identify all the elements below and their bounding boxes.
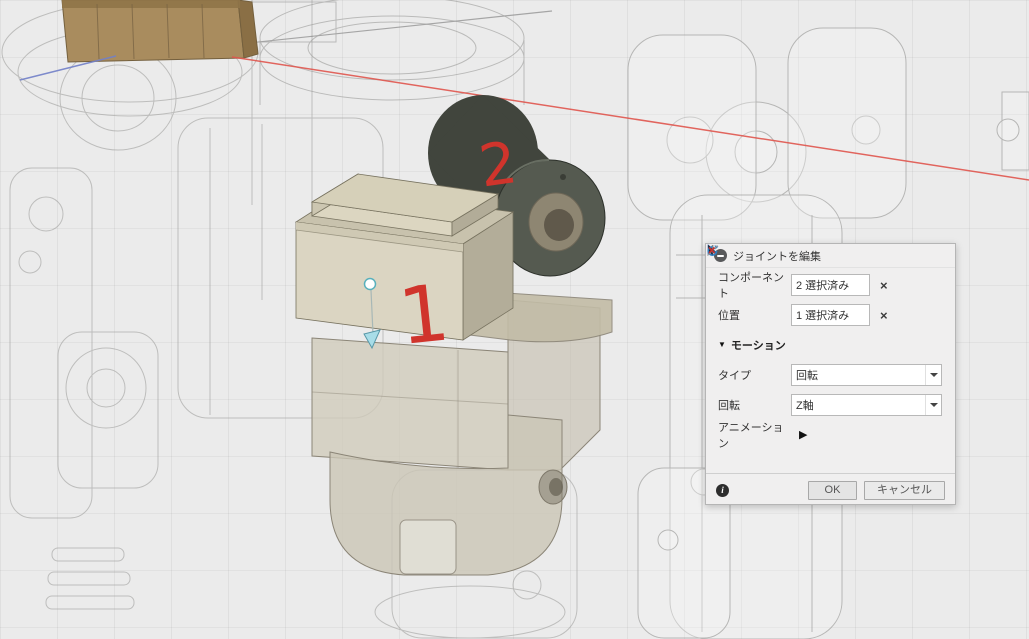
rotation-label: 回転 [718,400,740,412]
animation-row: アニメーション ▶ [718,420,945,450]
rotation-axis-value: Z軸 [796,400,814,412]
type-row: タイプ 回転 [707,245,945,390]
section-collapse-icon: ▼ [718,340,726,349]
motion-section-header[interactable]: ▼ モーション [718,330,945,360]
dialog-title: ジョイントを編集 [733,250,821,263]
dialog-header[interactable]: − ジョイントを編集 [706,244,955,268]
cancel-button[interactable]: キャンセル [864,480,945,500]
position-label: 位置 [718,310,740,322]
play-button[interactable]: ▶ [799,429,807,441]
position-selection-field[interactable]: 1 選択済み [707,244,870,326]
position-selection-count: 1 選択済み [796,310,850,322]
type-dropdown[interactable]: 回転 [707,245,942,386]
annotation-1: 1 [395,268,454,363]
animation-label: アニメーション [718,422,784,450]
annotation-1-text: 1 [395,268,454,363]
caret-down-icon[interactable] [925,395,941,415]
ok-button[interactable]: OK [808,480,857,500]
position-row: 位置 1 選択済み × [707,244,945,330]
type-label: タイプ [718,370,751,382]
3d-viewport[interactable]: 1 2 − ジョイントを編集 コンポーネント 2 選択済み × 位置 [0,0,1029,639]
edit-joint-dialog: − ジョイントを編集 コンポーネント 2 選択済み × 位置 1 選択済み [705,243,956,505]
motion-section-label: モーション [730,340,786,352]
tan-component[interactable] [61,0,259,63]
z-axis-icon [707,245,718,256]
component-selection-field[interactable]: 2 選択済み [707,244,870,296]
component-clear-button[interactable]: × [880,279,888,292]
dialog-footer: i OK キャンセル [706,473,955,506]
position-clear-button[interactable]: × [880,309,888,322]
caret-down-icon[interactable] [925,365,941,385]
rotation-row: 回転 Z軸 [707,245,945,420]
type-value: 回転 [796,370,818,382]
component-label: コンポーネント [718,272,784,300]
rotation-axis-dropdown[interactable]: Z軸 [707,245,942,416]
component-row: コンポーネント 2 選択済み × [707,244,945,300]
component-selection-count: 2 選択済み [796,280,850,292]
info-icon[interactable]: i [716,483,729,497]
